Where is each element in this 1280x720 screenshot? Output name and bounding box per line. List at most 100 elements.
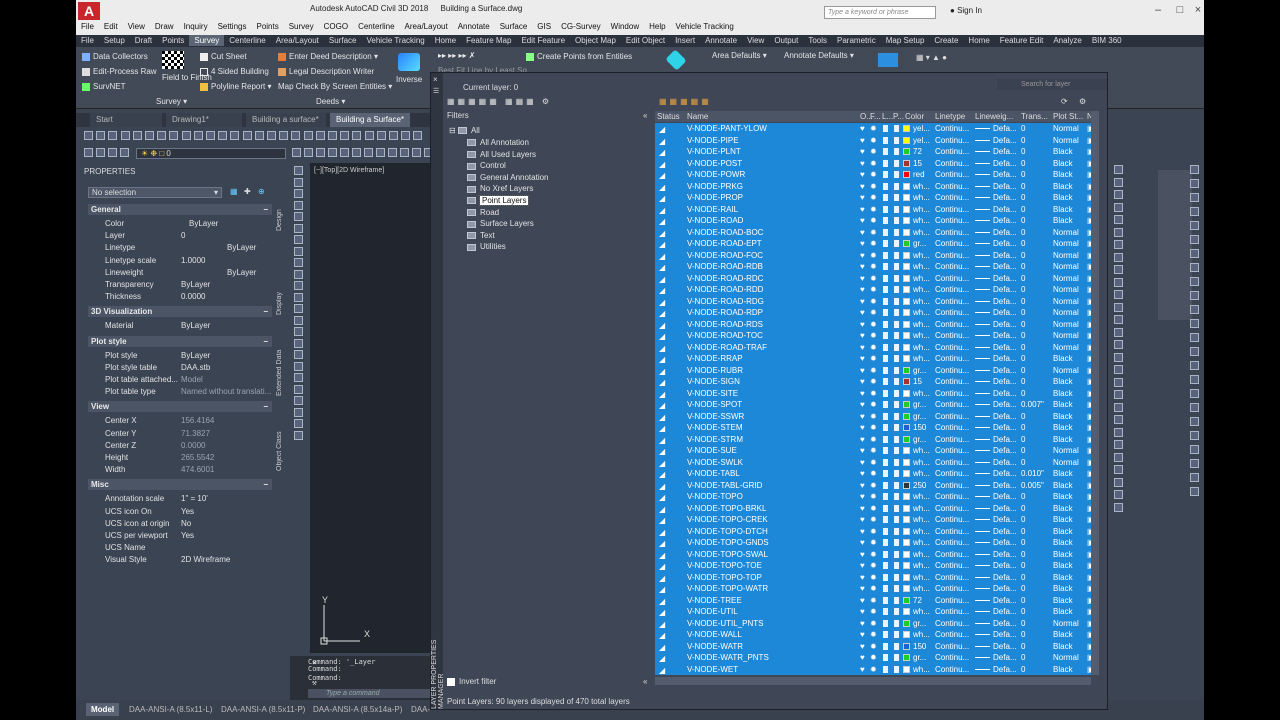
- freeze-sun-icon[interactable]: ✹: [870, 158, 877, 169]
- freeze-sun-icon[interactable]: ✹: [870, 537, 877, 548]
- layer-row[interactable]: ◢ V-NODE-TOPO-CREK ♥ ✹ wh... Continu... Defa..…: [655, 514, 1095, 526]
- layer-transparency[interactable]: 0: [1021, 238, 1025, 249]
- filter-item[interactable]: Road: [467, 207, 499, 218]
- layer-transparency[interactable]: 0: [1021, 664, 1025, 675]
- on-off-bulb-icon[interactable]: ♥: [860, 411, 865, 422]
- layer-color[interactable]: wh...: [913, 261, 930, 272]
- layer-plot-style[interactable]: Black: [1053, 503, 1073, 514]
- draw-tool-icon[interactable]: [294, 166, 303, 175]
- printer-icon[interactable]: [894, 631, 899, 638]
- draw-tool-icon[interactable]: [294, 396, 303, 405]
- printer-icon[interactable]: [894, 401, 899, 408]
- maximize-icon[interactable]: □: [1170, 3, 1190, 17]
- lock-icon[interactable]: [883, 550, 888, 558]
- printer-icon[interactable]: [894, 435, 899, 443]
- object-class-side-tab[interactable]: Object Class: [276, 428, 288, 474]
- layer-row[interactable]: ◢ V-NODE-UTIL_PNTS ♥ ✹ gr... Continu... Defa..…: [655, 617, 1095, 629]
- toolbar-tool-icon[interactable]: [230, 131, 240, 140]
- layer-linetype[interactable]: Continu...: [935, 618, 969, 629]
- lock-icon[interactable]: [883, 171, 888, 178]
- layer-lineweight[interactable]: Defa...: [993, 468, 1017, 479]
- layer-plot-style[interactable]: Black: [1053, 192, 1073, 203]
- layer-row[interactable]: ◢ V-NODE-RAIL ♥ ✹ wh... Continu... Defa... 0 Bla…: [655, 203, 1095, 215]
- on-off-bulb-icon[interactable]: ♥: [860, 445, 865, 456]
- on-off-bulb-icon[interactable]: ♥: [860, 388, 865, 399]
- toolbar-tool-icon[interactable]: [218, 131, 228, 140]
- color-swatch-icon[interactable]: [903, 481, 910, 489]
- freeze-sun-icon[interactable]: ✹: [870, 342, 877, 353]
- ribbon-tab-output[interactable]: Output: [769, 35, 803, 46]
- snap-tool-icon[interactable]: [1190, 487, 1199, 496]
- layer-lineweight[interactable]: Defa...: [993, 560, 1017, 571]
- snap-tool-icon[interactable]: [1190, 403, 1199, 412]
- ribbon-tab-bim-360[interactable]: BIM 360: [1087, 35, 1127, 46]
- column-header[interactable]: Color: [905, 111, 924, 122]
- annotation-tool-icons[interactable]: ▦ ▾ ▲ ●: [916, 53, 947, 62]
- lock-icon[interactable]: [883, 458, 888, 466]
- menu-item-cogo[interactable]: COGO: [319, 20, 353, 33]
- horizontal-scrollbar[interactable]: [655, 677, 1091, 685]
- layer-color[interactable]: wh...: [913, 514, 930, 525]
- freeze-sun-icon[interactable]: ✹: [870, 606, 877, 617]
- layer-row[interactable]: ◢ V-NODE-TOPO-GNDS ♥ ✹ wh... Continu... Defa..…: [655, 537, 1095, 549]
- snap-tool-icon[interactable]: [1190, 291, 1199, 300]
- property-row[interactable]: Thickness 0.0000: [88, 291, 272, 303]
- toolbar-tool-icon[interactable]: [303, 131, 313, 140]
- on-off-bulb-icon[interactable]: ♥: [860, 629, 865, 640]
- draw-tool-icon[interactable]: [294, 430, 303, 440]
- ribbon-tab-view[interactable]: View: [742, 35, 769, 46]
- layer-transparency[interactable]: 0: [1021, 583, 1025, 594]
- layer-transparency[interactable]: 0: [1021, 537, 1025, 548]
- printer-icon[interactable]: [894, 642, 899, 650]
- diamond-tool-icon[interactable]: [665, 49, 687, 71]
- on-off-bulb-icon[interactable]: ♥: [860, 284, 865, 295]
- freeze-sun-icon[interactable]: ✹: [870, 457, 877, 468]
- layer-tool-icon[interactable]: [412, 148, 421, 157]
- lock-icon[interactable]: [883, 355, 888, 362]
- ribbon-tab-feature-edit[interactable]: Feature Edit: [995, 35, 1049, 46]
- property-row[interactable]: Annotation scale 1" = 10': [88, 493, 272, 505]
- lock-icon[interactable]: [883, 539, 888, 546]
- field-to-finish-icon[interactable]: [162, 51, 184, 69]
- layer-row[interactable]: ◢V-NODE-POST♥✹15Continu...Defa...0Black▣: [655, 157, 1095, 169]
- layer-plot-style[interactable]: Normal: [1053, 123, 1079, 134]
- document-tab[interactable]: Drawing1*: [166, 113, 242, 127]
- layer-plot-style[interactable]: Black: [1053, 595, 1073, 606]
- color-swatch-icon[interactable]: [903, 297, 910, 305]
- layer-tool-icon[interactable]: [328, 148, 337, 157]
- layer-row[interactable]: ◢ V-NODE-PIPE ♥ ✹ yel... Continu... Defa... 0 No…: [655, 134, 1095, 146]
- layer-transparency[interactable]: 0: [1021, 641, 1025, 652]
- snap-tool-icon[interactable]: [1190, 179, 1199, 188]
- modify-tool-icon[interactable]: [1114, 302, 1123, 312]
- menu-item-vehicle-tracking[interactable]: Vehicle Tracking: [671, 20, 739, 33]
- layer-lineweight[interactable]: Defa...: [993, 192, 1017, 203]
- collapse-filters-icon[interactable]: «: [643, 677, 647, 686]
- toolbar-tool-icon[interactable]: [364, 131, 374, 140]
- color-swatch-icon[interactable]: [903, 228, 910, 236]
- layer-transparency[interactable]: 0: [1021, 606, 1025, 617]
- color-swatch-icon[interactable]: [903, 240, 910, 247]
- on-off-bulb-icon[interactable]: ♥: [860, 652, 865, 663]
- color-swatch-icon[interactable]: [903, 332, 910, 339]
- toolbar-tool-icon[interactable]: [352, 131, 362, 140]
- layer-plot-style[interactable]: Black: [1053, 215, 1073, 226]
- layer-color[interactable]: gr...: [913, 652, 926, 663]
- printer-icon[interactable]: [894, 320, 899, 328]
- color-swatch-icon[interactable]: [903, 424, 910, 431]
- layer-lineweight[interactable]: Defa...: [993, 503, 1017, 514]
- layer-linetype[interactable]: Continu...: [935, 342, 969, 353]
- property-row[interactable]: Plot style ByLayer: [88, 350, 272, 362]
- lock-icon[interactable]: [883, 516, 888, 523]
- layer-row[interactable]: ◢ V-NODE-ROAD-RDD ♥ ✹ wh... Continu... Defa...…: [655, 284, 1095, 296]
- layer-tool-icon[interactable]: [364, 148, 373, 157]
- layer-tool-icon[interactable]: [340, 148, 349, 157]
- layer-plot-style[interactable]: Normal: [1053, 261, 1079, 272]
- modify-tool-icon[interactable]: [1114, 377, 1123, 387]
- color-swatch-icon[interactable]: [903, 401, 910, 408]
- printer-icon[interactable]: [894, 539, 899, 546]
- layer-linetype[interactable]: Continu...: [935, 583, 969, 594]
- printer-icon[interactable]: [894, 148, 899, 155]
- toolbar-tool-icon[interactable]: [145, 131, 154, 140]
- menu-item-annotate[interactable]: Annotate: [453, 20, 495, 33]
- lock-icon[interactable]: [883, 608, 888, 615]
